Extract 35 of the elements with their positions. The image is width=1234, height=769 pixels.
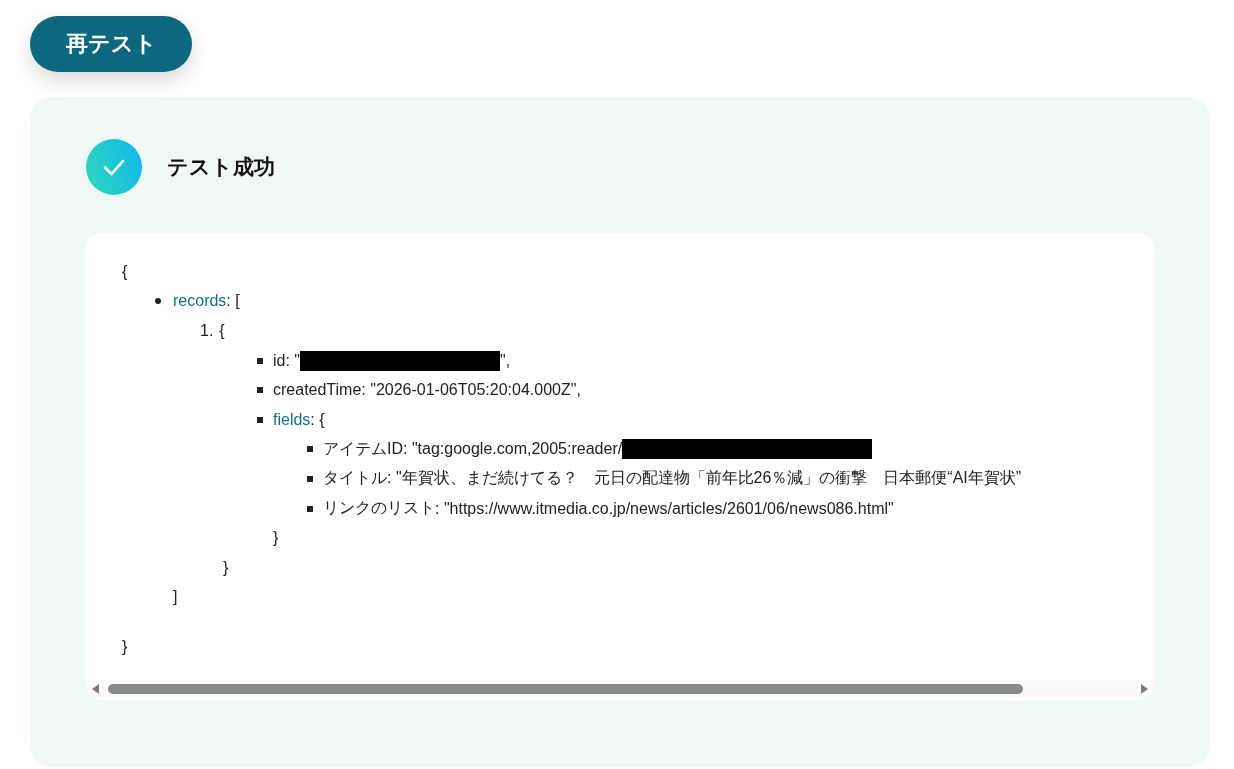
json-brace: } bbox=[223, 558, 229, 577]
json-brace: { bbox=[219, 322, 225, 340]
json-brace: } bbox=[122, 637, 128, 656]
json-value: : "年賀状、まだ続けてる？ 元日の配達物「前年比26％減」の衝撃 日本郵便“AI年賀状” bbox=[387, 468, 1022, 489]
json-brace: } bbox=[273, 529, 279, 548]
json-value: : "tag:google.com,2005:reader/ bbox=[403, 440, 623, 459]
json-brace: ] bbox=[173, 588, 178, 607]
json-key: アイテムID bbox=[323, 438, 403, 460]
json-value: : [ bbox=[226, 292, 240, 311]
json-key: id bbox=[273, 351, 286, 370]
json-brace: { bbox=[122, 262, 128, 281]
json-value: ", bbox=[500, 351, 511, 370]
scroll-left-icon[interactable] bbox=[92, 684, 100, 694]
bullet-icon bbox=[257, 416, 263, 423]
bullet-icon bbox=[257, 357, 263, 364]
list-number: 1. bbox=[200, 322, 214, 340]
scrollbar-thumb[interactable] bbox=[108, 684, 1023, 694]
json-key: records bbox=[173, 292, 227, 311]
json-value: : { bbox=[310, 410, 325, 429]
bullet-icon bbox=[307, 446, 313, 453]
json-value: : " bbox=[285, 351, 301, 370]
json-key: fields bbox=[273, 410, 311, 429]
json-value: : "https://www.itmedia.co.jp/news/articles/2601/06/news086.html" bbox=[435, 499, 894, 518]
json-key: リンクのリスト bbox=[323, 498, 435, 520]
scroll-right-icon[interactable] bbox=[1140, 684, 1148, 694]
json-key: createdTime bbox=[273, 381, 362, 400]
bullet-icon bbox=[155, 298, 161, 305]
bullet-icon bbox=[307, 475, 313, 482]
json-value: : "2026-01-06T05:20:04.000Z", bbox=[361, 381, 581, 400]
status-title: テスト成功 bbox=[167, 154, 275, 180]
bullet-icon bbox=[257, 387, 263, 394]
retest-button[interactable]: 再テスト bbox=[30, 16, 192, 72]
horizontal-scrollbar[interactable] bbox=[86, 680, 1154, 698]
bullet-icon bbox=[307, 505, 313, 512]
json-key: タイトル bbox=[323, 468, 387, 490]
